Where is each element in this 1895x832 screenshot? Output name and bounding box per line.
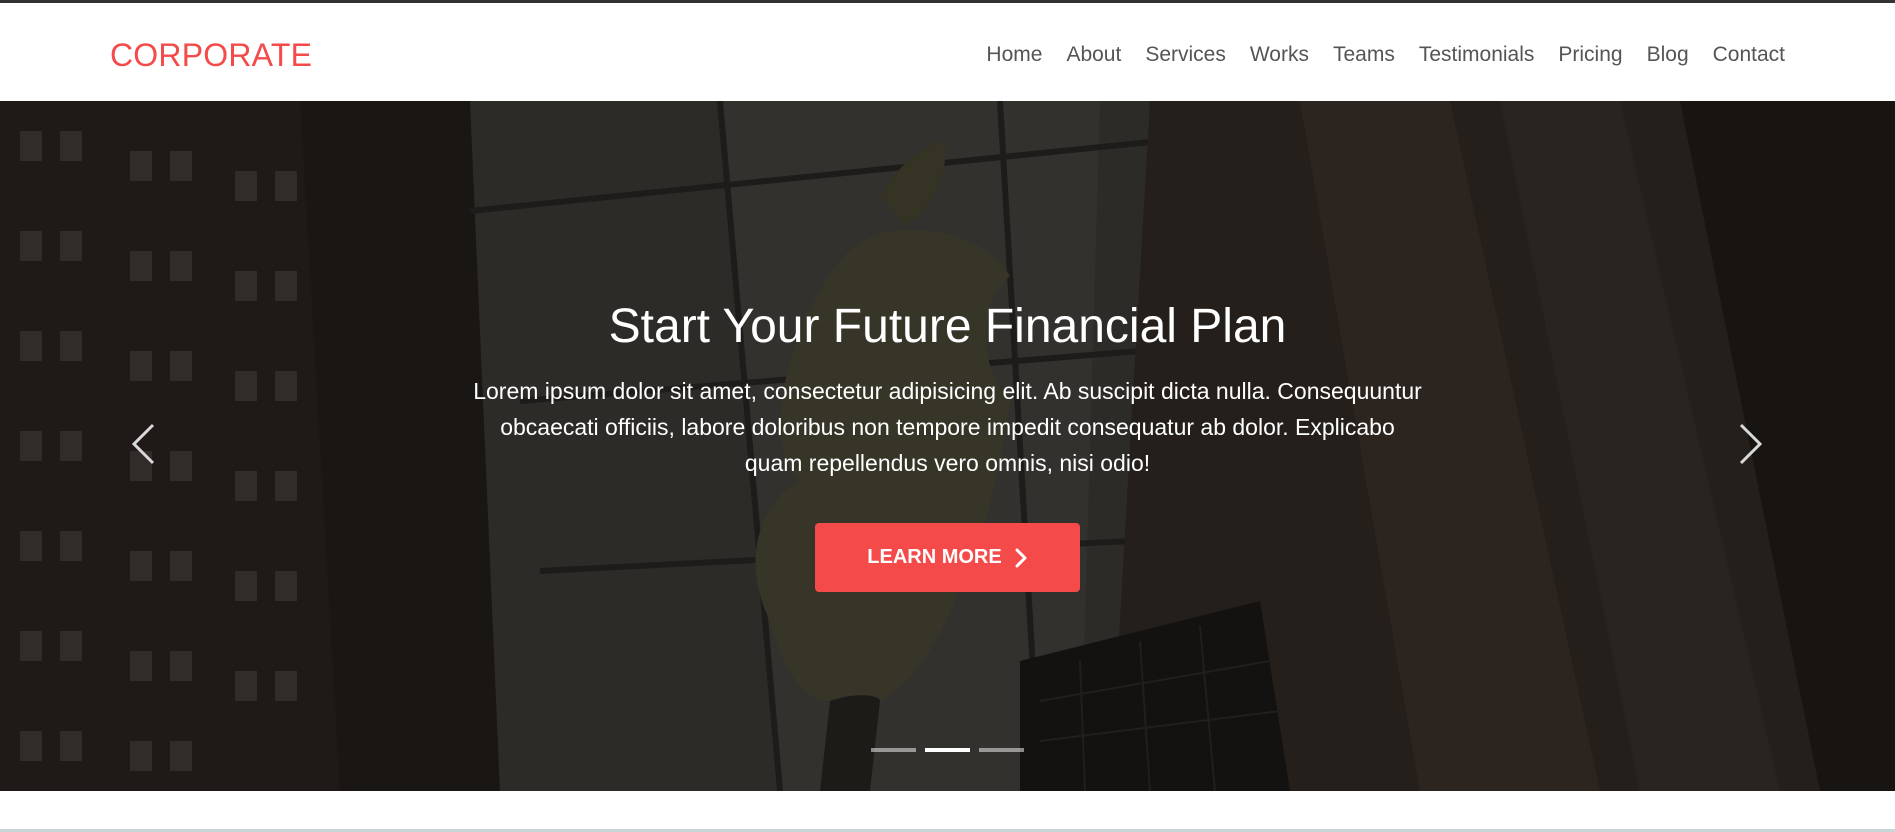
nav-item-home[interactable]: Home [986, 41, 1042, 69]
carousel-next-button[interactable] [1736, 421, 1766, 467]
learn-more-button[interactable]: LEARN MORE [815, 523, 1080, 592]
nav-item-teams[interactable]: Teams [1333, 41, 1395, 69]
carousel-indicator-3[interactable] [979, 748, 1024, 752]
learn-more-label: LEARN MORE [867, 546, 1002, 568]
nav-item-testimonials[interactable]: Testimonials [1419, 41, 1535, 69]
site-header: CORPORATE Home About Services Works Team… [0, 3, 1895, 101]
carousel-prev-button[interactable] [128, 421, 158, 467]
chevron-left-icon [131, 423, 155, 465]
carousel-indicators [871, 748, 1033, 752]
chevron-right-icon [1015, 548, 1027, 567]
nav-item-services[interactable]: Services [1145, 41, 1226, 69]
nav-item-blog[interactable]: Blog [1647, 41, 1689, 69]
carousel-indicator-2[interactable] [925, 748, 970, 752]
brand-logo[interactable]: CORPORATE [110, 35, 312, 75]
main-nav: Home About Services Works Teams Testimon… [962, 41, 1785, 69]
nav-item-about[interactable]: About [1066, 41, 1121, 69]
hero-title: Start Your Future Financial Plan [608, 300, 1287, 353]
hero-description: Lorem ipsum dolor sit amet, consectetur … [473, 378, 1422, 476]
carousel-indicator-1[interactable] [871, 748, 916, 752]
nav-item-pricing[interactable]: Pricing [1558, 41, 1622, 69]
hero-carousel: Start Your Future Financial Plan Lorem i… [0, 101, 1895, 791]
nav-item-contact[interactable]: Contact [1713, 41, 1785, 69]
chevron-right-icon [1739, 423, 1763, 465]
nav-item-works[interactable]: Works [1250, 41, 1309, 69]
